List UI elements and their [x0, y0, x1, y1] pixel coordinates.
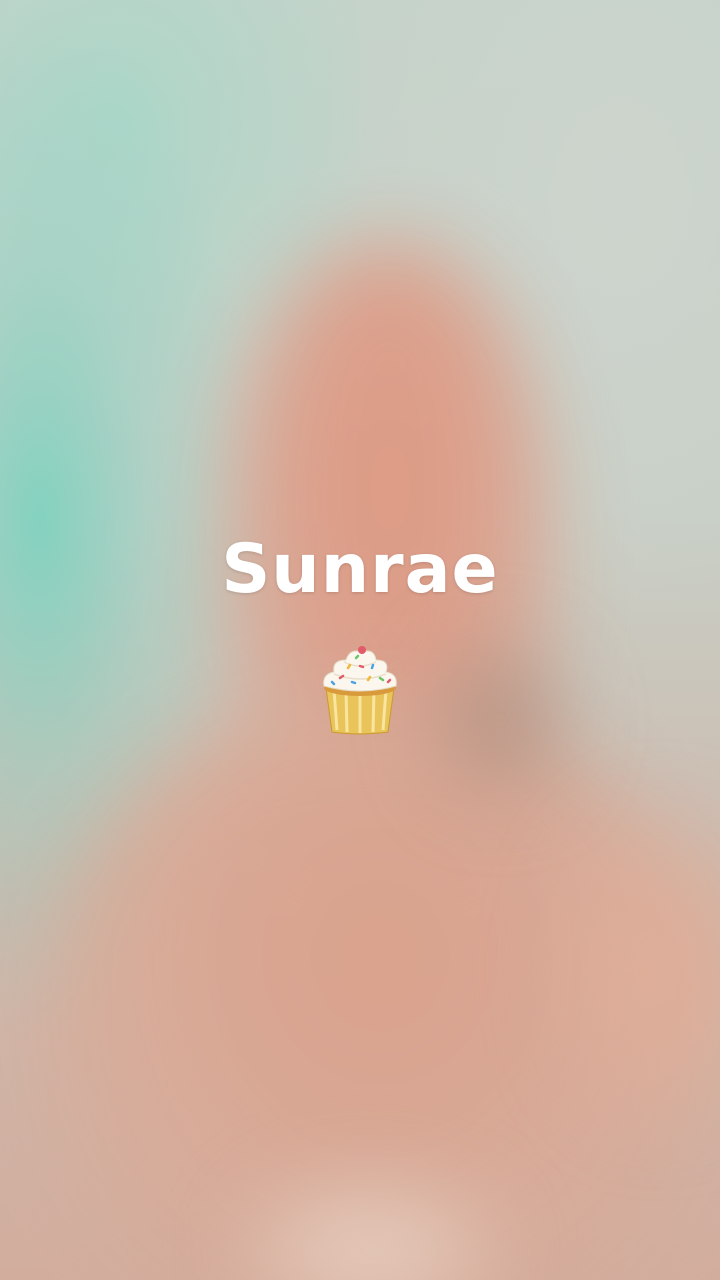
blurred-shadow-shape: [430, 640, 570, 800]
cupcake-icon: [323, 646, 397, 735]
caption-title: Sunrae: [221, 530, 499, 609]
blurred-video-background: [0, 0, 720, 1280]
